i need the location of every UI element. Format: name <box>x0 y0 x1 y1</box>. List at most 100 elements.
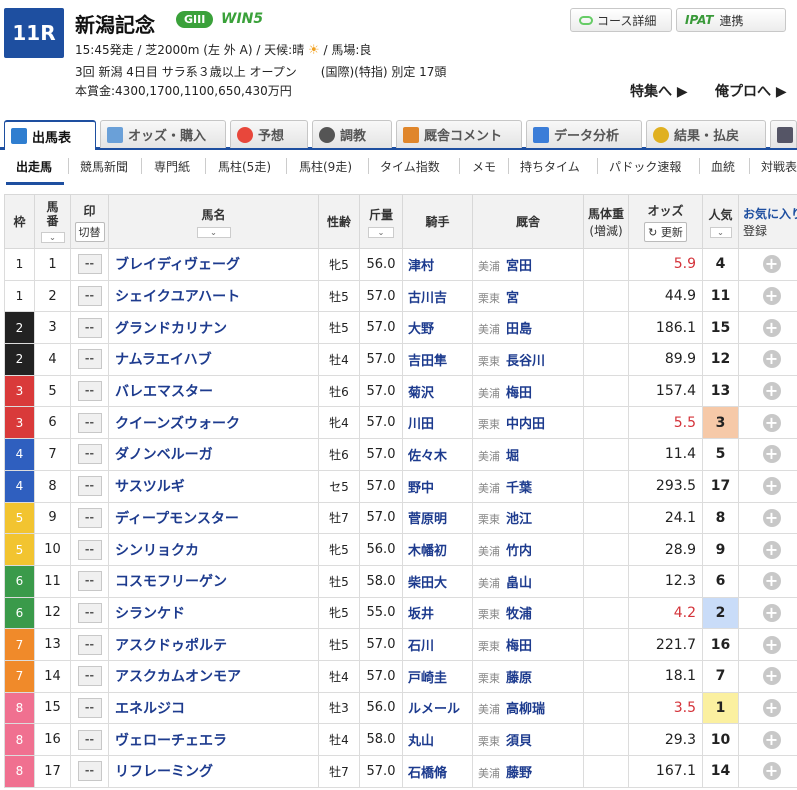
mark-select-button[interactable]: -- <box>77 666 102 687</box>
mark-select-button[interactable]: -- <box>77 729 102 750</box>
trainer-link[interactable]: 池江 <box>506 512 532 527</box>
horse-name-link[interactable]: クイーンズウォーク <box>108 406 319 440</box>
tab-chokyo[interactable]: 調教 <box>312 120 392 148</box>
sort-dropdown-icon[interactable]: ⌄ <box>709 226 732 238</box>
jockey-link[interactable]: 吉田隼 <box>402 343 473 376</box>
jockey-link[interactable]: ルメール <box>402 691 473 725</box>
add-favorite-icon[interactable]: + <box>762 318 781 337</box>
trainer-link[interactable]: 梅田 <box>506 386 532 401</box>
mark-select-button[interactable]: -- <box>77 634 102 655</box>
jockey-link[interactable]: 川田 <box>402 406 473 440</box>
trainer-link[interactable]: 高柳瑞 <box>506 702 545 717</box>
add-favorite-icon[interactable]: + <box>762 382 781 401</box>
add-favorite-icon[interactable]: + <box>762 540 781 559</box>
jockey-link[interactable]: 菊沢 <box>402 374 473 408</box>
add-favorite-icon[interactable]: + <box>762 477 781 496</box>
tab-data-analysis[interactable]: データ分析 <box>526 120 642 148</box>
add-favorite-icon[interactable]: + <box>762 287 781 306</box>
trainer-link[interactable]: 宮 <box>506 291 519 306</box>
sort-dropdown-icon[interactable]: ⌄ <box>196 226 231 238</box>
add-favorite-icon[interactable]: + <box>762 762 781 781</box>
col-horse-name[interactable]: 馬名 ⌄ <box>108 194 319 249</box>
trainer-link[interactable]: 田島 <box>506 322 532 337</box>
horse-name-link[interactable]: コスモフリーゲン <box>108 564 319 598</box>
subnav-paddock[interactable]: パドック速報 <box>609 158 681 175</box>
subnav-senmonshi[interactable]: 専門紙 <box>154 158 190 175</box>
trainer-link[interactable]: 藤野 <box>506 766 532 781</box>
horse-name-link[interactable]: ディープモンスター <box>108 501 319 535</box>
horse-name-link[interactable]: ダノンベルーガ <box>108 438 319 471</box>
mark-switch-button[interactable]: 切替 <box>74 221 105 242</box>
mark-select-button[interactable]: -- <box>77 317 102 338</box>
mark-select-button[interactable]: -- <box>77 602 102 623</box>
subnav-ketto[interactable]: 血統 <box>711 158 735 175</box>
subnav-time-index[interactable]: タイム指数 <box>380 158 440 175</box>
mark-select-button[interactable]: -- <box>77 412 102 433</box>
tab-yoso[interactable]: 予想 <box>230 120 308 148</box>
add-favorite-icon[interactable]: + <box>762 572 781 591</box>
horse-name-link[interactable]: アスクドゥポルテ <box>108 628 319 661</box>
subnav-memo[interactable]: メモ <box>472 158 496 175</box>
jockey-link[interactable]: 木幡初 <box>402 533 473 566</box>
trainer-link[interactable]: 堀 <box>506 449 519 464</box>
horse-name-link[interactable]: リフレーミング <box>108 755 319 788</box>
sort-dropdown-icon[interactable]: ⌄ <box>368 226 394 238</box>
jockey-link[interactable]: 大野 <box>402 311 473 345</box>
add-favorite-icon[interactable]: + <box>762 730 781 749</box>
jockey-link[interactable]: 丸山 <box>402 723 473 756</box>
trainer-link[interactable]: 牧浦 <box>506 607 532 622</box>
tab-odds[interactable]: オッズ・購入 <box>100 120 226 148</box>
add-favorite-icon[interactable]: + <box>762 350 781 369</box>
trainer-link[interactable]: 千葉 <box>506 481 532 496</box>
add-favorite-icon[interactable]: + <box>762 603 781 622</box>
jockey-link[interactable]: 古川吉 <box>402 279 473 313</box>
jockey-link[interactable]: 石川 <box>402 628 473 661</box>
subnav-umabashira9[interactable]: 馬柱(9走) <box>299 158 352 175</box>
jockey-link[interactable]: 野中 <box>402 469 473 503</box>
add-favorite-icon[interactable]: + <box>762 635 781 654</box>
ore-pro-link[interactable]: 俺プロへ ▶ <box>715 81 787 101</box>
subnav-taisenhyo[interactable]: 対戦表 <box>761 158 797 175</box>
tab-stable-comment[interactable]: 厩舎コメント <box>396 120 522 148</box>
mark-select-button[interactable]: -- <box>77 476 102 497</box>
subnav-keiba-shinbun[interactable]: 競馬新聞 <box>80 158 128 175</box>
add-favorite-icon[interactable]: + <box>762 445 781 464</box>
jockey-link[interactable]: 戸崎圭 <box>402 659 473 693</box>
mark-select-button[interactable]: -- <box>77 697 102 718</box>
trainer-link[interactable]: 畠山 <box>506 576 532 591</box>
horse-name-link[interactable]: ナムラエイハブ <box>108 343 319 376</box>
tab-video[interactable] <box>770 120 797 148</box>
mark-select-button[interactable]: -- <box>77 444 102 465</box>
ipat-link-button[interactable]: IPAT 連携 <box>676 8 786 32</box>
subnav-umabashira5[interactable]: 馬柱(5走) <box>218 158 271 175</box>
mark-select-button[interactable]: -- <box>77 761 102 782</box>
trainer-link[interactable]: 藤原 <box>506 671 532 686</box>
mark-select-button[interactable]: -- <box>77 571 102 592</box>
horse-name-link[interactable]: エネルジコ <box>108 691 319 725</box>
add-favorite-icon[interactable]: + <box>762 508 781 527</box>
trainer-link[interactable]: 長谷川 <box>506 354 545 369</box>
col-umaban[interactable]: 馬番 ⌄ <box>34 194 71 249</box>
horse-name-link[interactable]: シェイクユアハート <box>108 279 319 313</box>
trainer-link[interactable]: 中内田 <box>506 417 545 432</box>
jockey-link[interactable]: 津村 <box>402 248 473 281</box>
jockey-link[interactable]: 菅原明 <box>402 501 473 535</box>
sort-dropdown-icon[interactable]: ⌄ <box>40 232 65 243</box>
trainer-link[interactable]: 梅田 <box>506 639 532 654</box>
add-favorite-icon[interactable]: + <box>762 667 781 686</box>
mark-select-button[interactable]: -- <box>77 286 102 307</box>
trainer-link[interactable]: 宮田 <box>506 259 532 274</box>
col-kinryo[interactable]: 斤量 ⌄ <box>359 194 403 249</box>
add-favorite-icon[interactable]: + <box>762 255 781 274</box>
horse-name-link[interactable]: バレエマスター <box>108 374 319 408</box>
jockey-link[interactable]: 柴田大 <box>402 564 473 598</box>
mark-select-button[interactable]: -- <box>77 539 102 560</box>
trainer-link[interactable]: 須貝 <box>506 734 532 749</box>
odds-update-button[interactable]: ↻ 更新 <box>644 221 687 242</box>
mark-select-button[interactable]: -- <box>77 254 102 275</box>
add-favorite-icon[interactable]: + <box>762 413 781 432</box>
subnav-mochi-time[interactable]: 持ちタイム <box>520 158 580 175</box>
mark-select-button[interactable]: -- <box>77 381 102 402</box>
horse-name-link[interactable]: サスツルギ <box>108 469 319 503</box>
trainer-link[interactable]: 竹内 <box>506 544 532 559</box>
